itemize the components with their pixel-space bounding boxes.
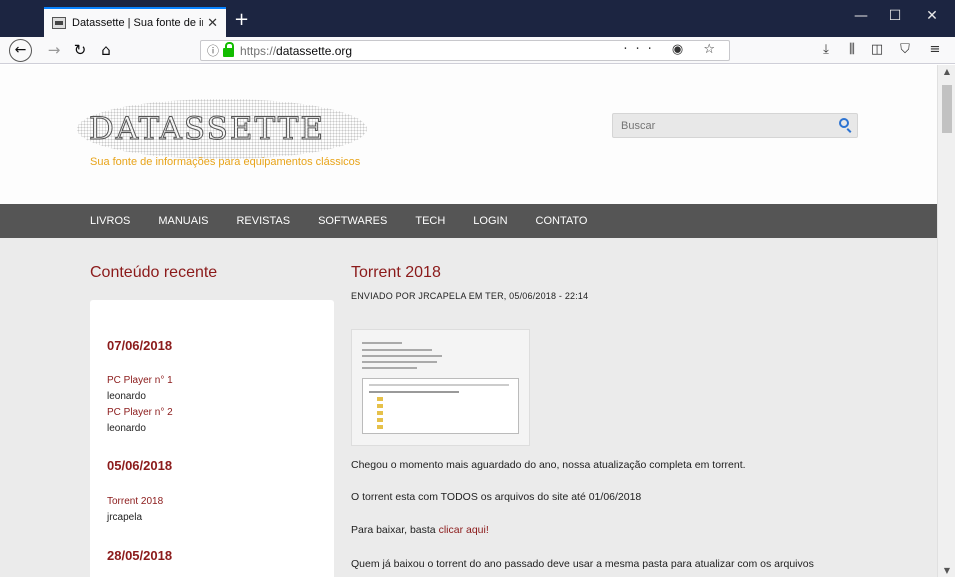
scroll-down-icon[interactable]: ▼	[938, 566, 955, 575]
article-paragraph: Para baixar, basta clicar aqui!	[351, 524, 489, 536]
hamburger-menu-icon[interactable]: ≡	[926, 42, 944, 57]
site-tagline: Sua fonte de informações para equipament…	[90, 156, 361, 168]
post-author[interactable]: leonardo	[107, 423, 146, 434]
forward-arrow-icon[interactable]: →	[42, 40, 66, 62]
search-icon[interactable]	[839, 118, 849, 128]
menu-item-tech[interactable]: TECH	[415, 215, 445, 227]
thumb-line	[362, 367, 417, 369]
article-title[interactable]: Torrent 2018	[351, 264, 441, 282]
thumb-line	[362, 349, 432, 351]
address-bar[interactable]: ⓘ https://datassette.org ··· ◉ ☆	[200, 40, 730, 61]
scroll-up-icon[interactable]: ▲	[938, 67, 955, 76]
browser-navbar: ← → ↻ ⌂ ⓘ https://datassette.org ··· ◉ ☆…	[0, 37, 955, 64]
page-actions[interactable]: ··· ◉ ☆	[623, 42, 723, 57]
post-link[interactable]: Torrent 2018	[107, 496, 163, 507]
page-viewport: DATASSETTE Sua fonte de informações para…	[0, 65, 955, 577]
download-icon[interactable]: ⤓	[817, 42, 835, 57]
thumb-line	[362, 361, 437, 363]
maximize-icon[interactable]: ☐	[885, 8, 905, 24]
folder-icon	[377, 404, 383, 408]
folder-icon	[377, 418, 383, 422]
search-input[interactable]	[613, 114, 813, 138]
browser-titlebar: Datassette | Sua fonte de informações ✕ …	[0, 0, 955, 37]
main-menu: LIVROS MANUAIS REVISTAS SOFTWARES TECH L…	[0, 204, 937, 238]
page-scrollbar[interactable]: ▲ ▼	[937, 65, 955, 577]
article-paragraph: Chegou o momento mais aguardado do ano, …	[351, 459, 746, 471]
minimize-icon[interactable]: —	[851, 8, 871, 24]
menu-item-livros[interactable]: LIVROS	[90, 215, 130, 227]
reload-icon[interactable]: ↻	[68, 40, 92, 62]
date-heading: 05/06/2018	[107, 458, 173, 473]
thumb-line	[362, 355, 442, 357]
thumb-row	[369, 391, 459, 393]
post-link[interactable]: PC Player n° 2	[107, 407, 173, 418]
ublock-icon[interactable]: ⛉	[896, 42, 914, 57]
tab-close-button[interactable]: ✕	[207, 16, 218, 31]
new-tab-button[interactable]: +	[234, 9, 249, 30]
menu-item-manuais[interactable]: MANUAIS	[158, 215, 208, 227]
library-icon[interactable]: ⫼	[843, 42, 861, 57]
folder-icon	[377, 411, 383, 415]
lock-icon[interactable]	[223, 41, 235, 57]
date-heading: 07/06/2018	[107, 338, 173, 353]
thumb-file-list	[362, 378, 519, 434]
thumb-line	[362, 342, 402, 344]
site-logo[interactable]: DATASSETTE	[88, 111, 325, 148]
search-box	[612, 113, 858, 138]
sidebar-icon[interactable]: ◫	[868, 42, 886, 57]
download-link[interactable]: clicar aqui!	[439, 524, 489, 536]
site-header: DATASSETTE Sua fonte de informações para…	[0, 65, 937, 204]
scroll-thumb[interactable]	[942, 85, 952, 133]
post-link[interactable]: PC Player n° 1	[107, 375, 173, 386]
folder-icon	[377, 397, 383, 401]
article-paragraph: Quem já baixou o torrent do ano passado …	[351, 558, 814, 570]
date-heading: 28/05/2018	[107, 548, 173, 563]
article-paragraph: O torrent esta com TODOS os arquivos do …	[351, 491, 642, 503]
post-author[interactable]: leonardo	[107, 391, 146, 402]
menu-item-revistas[interactable]: REVISTAS	[236, 215, 290, 227]
thumb-row	[369, 384, 509, 386]
post-author[interactable]: jrcapela	[107, 512, 142, 523]
tab-title: Datassette | Sua fonte de informações	[72, 17, 203, 29]
browser-tab[interactable]: Datassette | Sua fonte de informações ✕	[44, 7, 226, 37]
site-favicon-icon	[52, 17, 66, 29]
menu-item-login[interactable]: LOGIN	[473, 215, 507, 227]
page-content: Conteúdo recente 07/06/2018 PC Player n°…	[0, 238, 937, 577]
torrent-screenshot-thumbnail[interactable]	[351, 329, 530, 446]
recent-content-box: 07/06/2018 PC Player n° 1 leonardo PC Pl…	[90, 300, 334, 577]
url-scheme: https://	[240, 43, 277, 58]
info-icon[interactable]: ⓘ	[207, 42, 219, 59]
home-icon[interactable]: ⌂	[94, 40, 118, 62]
url-host: datassette.org	[276, 43, 353, 58]
back-arrow-icon[interactable]: ←	[9, 39, 32, 62]
menu-item-contato[interactable]: CONTATO	[536, 215, 588, 227]
article-byline: ENVIADO POR JRCAPELA EM TER, 05/06/2018 …	[351, 291, 589, 301]
close-window-icon[interactable]: ✕	[922, 8, 942, 24]
menu-item-softwares[interactable]: SOFTWARES	[318, 215, 387, 227]
folder-icon	[377, 425, 383, 429]
sidebar-heading: Conteúdo recente	[90, 264, 218, 281]
paragraph-text: Para baixar, basta	[351, 524, 439, 536]
